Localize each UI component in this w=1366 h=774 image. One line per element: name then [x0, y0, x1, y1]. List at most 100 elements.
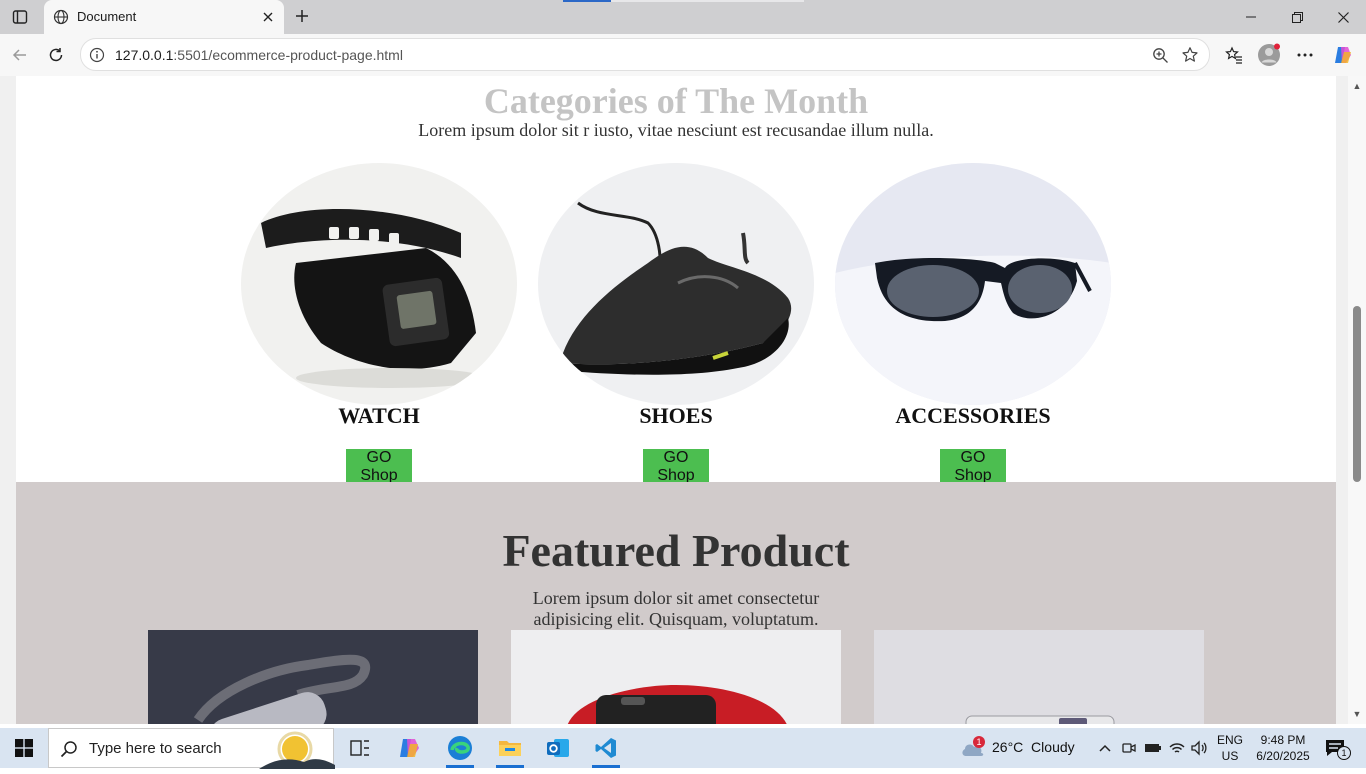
- reload-button[interactable]: [41, 40, 71, 70]
- edge-taskbar-button[interactable]: [436, 728, 484, 768]
- featured-product-image: [148, 630, 478, 724]
- accessories-image: [835, 163, 1111, 405]
- globe-icon: [52, 8, 70, 26]
- clock[interactable]: 9:48 PM 6/20/2025: [1250, 732, 1316, 764]
- category-name: ACCESSORIES: [895, 403, 1051, 428]
- reload-icon: [49, 48, 63, 62]
- task-view-icon: [350, 740, 369, 756]
- plus-icon: [296, 10, 308, 22]
- categories-title: Categories of The Month: [483, 81, 869, 121]
- window-close-button[interactable]: [1320, 4, 1366, 30]
- scroll-down-arrow-icon[interactable]: ▼: [1348, 706, 1366, 722]
- tab-close-button[interactable]: [258, 7, 278, 27]
- shoes-image: [538, 163, 814, 405]
- minimize-button[interactable]: [1228, 4, 1274, 30]
- document: Categories of The Month Lorem ipsum dolo…: [16, 76, 1336, 724]
- favorite-star-icon[interactable]: [1179, 44, 1201, 66]
- arrow-left-icon: [12, 49, 26, 61]
- close-icon: [263, 12, 273, 22]
- category-name: SHOES: [639, 403, 713, 428]
- scroll-up-arrow-icon[interactable]: ▲: [1348, 78, 1366, 94]
- go-shop-button[interactable]: GO Shop: [643, 449, 709, 484]
- profile-button[interactable]: [1254, 40, 1284, 70]
- category-card-watch: WATCH GO Shop: [241, 163, 517, 484]
- new-tab-button[interactable]: [290, 4, 314, 28]
- task-view-button[interactable]: [336, 728, 384, 768]
- url-text[interactable]: 127.0.0.1:5501/ecommerce-product-page.ht…: [115, 47, 403, 63]
- start-button[interactable]: [0, 728, 48, 768]
- browser-tab[interactable]: Document: [44, 0, 284, 34]
- categories-subtitle: Lorem ipsum dolor sit r iusto, vitae nes…: [418, 120, 934, 140]
- weather-text: 26°C Cloudy: [992, 739, 1075, 755]
- url-host: 127.0.0.1: [115, 47, 174, 63]
- window-strip: [563, 0, 611, 2]
- more-button[interactable]: [1290, 40, 1320, 70]
- featured-product-image: [511, 630, 841, 724]
- back-button[interactable]: [5, 40, 35, 70]
- tab-actions-icon: [12, 10, 28, 24]
- chevron-up-icon: [1099, 744, 1111, 752]
- vscode-icon: [595, 738, 616, 758]
- copilot-taskbar-button[interactable]: [386, 728, 434, 768]
- weather-widget[interactable]: 1 26°C Cloudy: [958, 728, 1082, 768]
- search-icon: [59, 739, 79, 759]
- notification-count: 1: [1337, 746, 1351, 760]
- vertical-scrollbar[interactable]: ▲ ▼: [1348, 76, 1366, 724]
- volume-icon[interactable]: [1188, 737, 1210, 759]
- folder-icon: [499, 741, 521, 756]
- language-code: ENG: [1216, 733, 1243, 747]
- go-shop-button[interactable]: GO Shop: [940, 449, 1006, 484]
- close-icon: [1337, 11, 1349, 23]
- region-code: US: [1221, 749, 1239, 763]
- meet-now-icon[interactable]: [1118, 737, 1140, 759]
- restore-icon: [1291, 11, 1303, 23]
- featured-section: Featured Product Lorem ipsum dolor sit a…: [16, 482, 1336, 724]
- vscode-taskbar-button[interactable]: [582, 728, 630, 768]
- watch-image: [241, 163, 517, 405]
- edge-icon: [448, 736, 472, 760]
- favorites-button[interactable]: [1219, 40, 1249, 70]
- featured-title: Featured Product: [502, 525, 850, 576]
- minimize-icon: [1246, 16, 1256, 18]
- windows-icon: [15, 739, 33, 757]
- tab-title: Document: [77, 9, 137, 24]
- wifi-icon[interactable]: [1166, 737, 1188, 759]
- copilot-icon: [1335, 47, 1351, 63]
- tab-actions-button[interactable]: [6, 4, 34, 30]
- go-shop-button[interactable]: GO Shop: [346, 449, 412, 484]
- category-name: WATCH: [338, 403, 420, 428]
- page-viewport: Categories of The Month Lorem ipsum dolo…: [0, 76, 1366, 724]
- file-explorer-taskbar-button[interactable]: [486, 728, 534, 768]
- search-placeholder: Type here to search: [89, 740, 222, 757]
- taskbar: Type here to search 1 26°C Cloudy ENG US…: [0, 728, 1366, 769]
- language-indicator[interactable]: ENG US: [1212, 732, 1248, 764]
- favorites-icon: [1225, 46, 1242, 64]
- weather-badge: 1: [973, 736, 985, 748]
- outlook-icon: [547, 739, 569, 757]
- url-path: :5501/ecommerce-product-page.html: [173, 47, 403, 63]
- battery-icon[interactable]: [1142, 737, 1164, 759]
- clock-date: 6/20/2025: [1256, 749, 1310, 763]
- window-strip-light: [611, 0, 804, 2]
- copilot-button[interactable]: [1328, 40, 1358, 70]
- tab-bar: Document: [0, 0, 1366, 34]
- scrollbar-thumb[interactable]: [1353, 306, 1361, 482]
- zoom-icon[interactable]: [1149, 44, 1171, 66]
- search-highlight-image: [249, 729, 335, 769]
- browser-toolbar: 127.0.0.1:5501/ecommerce-product-page.ht…: [0, 34, 1366, 76]
- info-icon[interactable]: [87, 45, 107, 65]
- avatar-icon: [1258, 43, 1280, 66]
- restore-button[interactable]: [1274, 4, 1320, 30]
- notification-center-button[interactable]: 1: [1322, 736, 1352, 760]
- address-bar[interactable]: 127.0.0.1:5501/ecommerce-product-page.ht…: [80, 38, 1210, 71]
- show-hidden-icons-button[interactable]: [1094, 736, 1116, 760]
- category-card-shoes: SHOES GO Shop: [538, 163, 814, 484]
- category-card-accessories: ACCESSORIES GO Shop: [835, 163, 1111, 484]
- taskbar-search[interactable]: Type here to search: [48, 728, 335, 769]
- copilot-icon: [400, 739, 419, 757]
- outlook-taskbar-button[interactable]: [534, 728, 582, 768]
- ellipsis-icon: [1297, 53, 1313, 57]
- clock-time: 9:48 PM: [1260, 733, 1306, 747]
- featured-description: Lorem ipsum dolor sit amet consectetur a…: [532, 588, 820, 629]
- featured-product-image: [874, 630, 1204, 724]
